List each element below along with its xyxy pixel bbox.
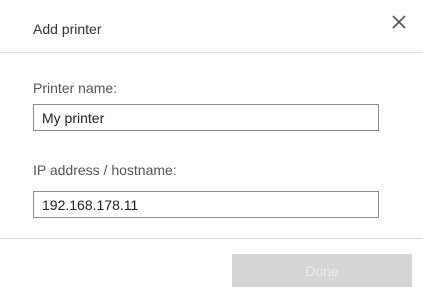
- dialog-header: Add printer: [0, 0, 423, 53]
- printer-name-label: Printer name:: [33, 80, 118, 96]
- ip-address-label: IP address / hostname:: [33, 162, 177, 178]
- ip-address-input[interactable]: [33, 191, 379, 218]
- close-icon[interactable]: [389, 12, 409, 32]
- dialog-title: Add printer: [33, 21, 102, 37]
- printer-name-input[interactable]: [33, 104, 379, 131]
- add-printer-dialog: Add printer Printer name: IP address / h…: [0, 0, 423, 287]
- done-button[interactable]: Done: [232, 254, 412, 287]
- footer-divider: [0, 238, 423, 239]
